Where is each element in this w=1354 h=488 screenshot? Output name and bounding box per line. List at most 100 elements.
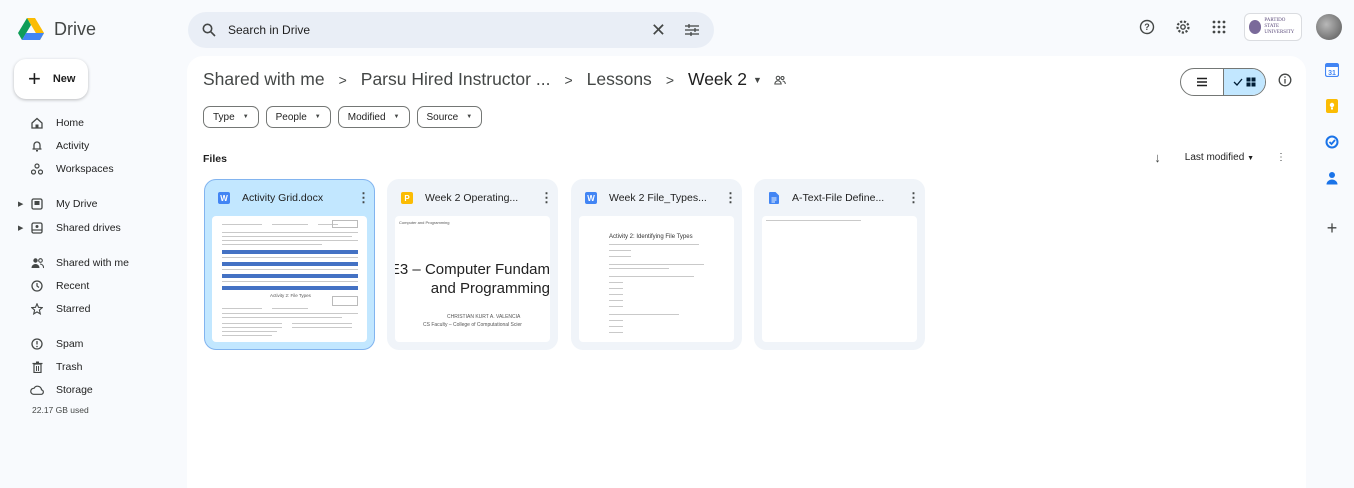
filter-type-chip[interactable]: Type ▼ (203, 106, 259, 128)
chevron-down-icon: ▼ (466, 114, 473, 120)
breadcrumb-current-folder[interactable]: Week 2 (688, 69, 747, 90)
home-icon (30, 117, 44, 129)
files-heading: Files (203, 153, 227, 165)
chevron-down-icon: ▼ (242, 114, 249, 120)
filter-people-chip[interactable]: People ▼ (265, 106, 331, 128)
tasks-icon[interactable] (1324, 134, 1340, 150)
search-icon[interactable] (202, 23, 216, 37)
file-title: Activity Grid.docx (242, 192, 324, 204)
info-icon[interactable] (1278, 73, 1292, 87)
plus-icon: + (28, 66, 41, 91)
breadcrumb-separator: > (338, 71, 347, 88)
docs-file-icon (768, 192, 780, 204)
more-options-icon[interactable]: ⋮ (907, 190, 920, 206)
word-file-icon: W (585, 192, 597, 204)
shared-folder-icon (774, 75, 786, 85)
sort-direction-icon[interactable]: ↓ (1154, 150, 1161, 165)
svg-text:?: ? (1144, 22, 1150, 32)
main-panel: Shared with me > Parsu Hired Instructor … (187, 56, 1306, 488)
expand-my-drive-icon[interactable]: ▶ (18, 200, 23, 208)
sidebar-item-trash[interactable]: Trash (30, 358, 82, 376)
breadcrumb: Shared with me > Parsu Hired Instructor … (203, 69, 786, 90)
sort-by-button[interactable]: Last modified ▼ (1185, 152, 1254, 163)
contacts-icon[interactable] (1324, 170, 1340, 186)
file-thumbnail: Activity 2: Identifying File Types (579, 216, 734, 342)
sidebar-item-activity[interactable]: Activity (30, 137, 89, 155)
breadcrumb-parsu-folder[interactable]: Parsu Hired Instructor ... (361, 69, 551, 90)
more-options-icon[interactable]: ⋮ (1276, 152, 1286, 163)
spam-icon (30, 338, 44, 350)
file-thumbnail: Computer and Programming E3 – Computer F… (395, 216, 550, 342)
search-bar[interactable]: Search in Drive ✕ (188, 12, 714, 48)
thumb-text: Activity 2: File Types (270, 293, 311, 298)
keep-icon[interactable] (1324, 98, 1340, 114)
file-thumbnail: Activity 2: File Types (212, 216, 367, 342)
apps-grid-icon[interactable] (1208, 16, 1230, 38)
drive-logo[interactable]: Drive (18, 18, 96, 40)
sidebar-item-label: Shared drives (56, 222, 121, 234)
filter-source-chip[interactable]: Source ▼ (416, 106, 483, 128)
file-card-activity-grid[interactable]: W Activity Grid.docx ⋮ Activity 2: File … (204, 179, 375, 350)
organization-badge[interactable]: PARTIDO STATE UNIVERSITY (1244, 13, 1302, 41)
sidebar-item-spam[interactable]: Spam (30, 335, 83, 353)
sidebar-item-my-drive[interactable]: My Drive (30, 195, 97, 213)
word-file-icon: W (218, 192, 230, 204)
bell-icon (30, 140, 44, 152)
sidebar-item-workspaces[interactable]: Workspaces (30, 160, 114, 178)
sidebar-item-shared-drives[interactable]: Shared drives (30, 219, 121, 237)
thumb-heading: Activity 2: Identifying File Types (609, 234, 693, 240)
storage-used-text: 22.17 GB used (32, 405, 89, 415)
search-options-icon[interactable] (684, 23, 700, 37)
settings-icon[interactable] (1172, 16, 1194, 38)
breadcrumb-lessons[interactable]: Lessons (587, 69, 652, 90)
sidebar-item-label: Starred (56, 303, 91, 315)
file-card-a-text-file[interactable]: A-Text-File Define... ⋮ (754, 179, 925, 350)
slide-author: CHRISTIAN KURT A. VALENCIA (447, 314, 521, 320)
sidebar-item-shared-with-me[interactable]: Shared with me (30, 254, 129, 272)
new-button[interactable]: + New (14, 59, 88, 99)
breadcrumb-shared-with-me[interactable]: Shared with me (203, 69, 325, 90)
grid-view-button[interactable] (1222, 69, 1265, 95)
sidebar-item-home[interactable]: Home (30, 114, 84, 132)
sidebar-item-storage[interactable]: Storage (30, 381, 93, 399)
chip-label: Modified (347, 111, 386, 123)
sidebar-item-recent[interactable]: Recent (30, 277, 89, 295)
more-options-icon[interactable]: ⋮ (540, 190, 553, 206)
file-card-week2-operating[interactable]: P Week 2 Operating... ⋮ Computer and Pro… (387, 179, 558, 350)
file-title: Week 2 File_Types... (609, 192, 707, 204)
clear-search-icon[interactable]: ✕ (651, 20, 666, 41)
help-icon[interactable]: ? (1136, 16, 1158, 38)
list-view-button[interactable] (1181, 69, 1223, 95)
slide-title-line2: and Programming (430, 280, 550, 297)
trash-icon (30, 361, 44, 373)
chip-label: Type (213, 111, 235, 123)
sidebar-item-label: Activity (56, 140, 90, 152)
sidebar-item-label: Home (56, 117, 85, 129)
filter-modified-chip[interactable]: Modified ▼ (337, 106, 410, 128)
folder-menu-caret-icon[interactable]: ▼ (753, 75, 762, 85)
file-title: Week 2 Operating... (425, 192, 519, 204)
calendar-icon[interactable]: 31 (1324, 62, 1340, 78)
sidebar-item-label: Shared with me (56, 257, 129, 269)
university-seal-icon (1249, 20, 1262, 34)
add-addon-icon[interactable]: + (1327, 218, 1338, 239)
shared-drives-icon (30, 222, 44, 234)
more-options-icon[interactable]: ⋮ (724, 190, 737, 206)
expand-shared-drives-icon[interactable]: ▶ (18, 224, 23, 232)
org-name-line2: UNIVERSITY (1264, 30, 1295, 35)
star-icon (30, 303, 44, 315)
more-options-icon[interactable]: ⋮ (357, 190, 370, 206)
top-right-toolbar: ? PARTIDO STATE UNIVERSITY (1136, 13, 1342, 41)
file-card-week2-file-types[interactable]: W Week 2 File_Types... ⋮ Activity 2: Ide… (571, 179, 742, 350)
breadcrumb-separator: > (564, 71, 573, 88)
sidebar-item-starred[interactable]: Starred (30, 300, 90, 318)
chevron-down-icon: ▼ (314, 114, 321, 120)
account-avatar[interactable] (1316, 14, 1342, 40)
thumb-text: Computer and Programming (399, 220, 450, 225)
slide-title-line1: E3 – Computer Fundam (395, 261, 550, 278)
slides-file-icon: P (401, 192, 413, 204)
search-input[interactable]: Search in Drive (228, 23, 651, 37)
sidebar-item-label: My Drive (56, 198, 98, 210)
filter-chips: Type ▼ People ▼ Modified ▼ Source ▼ (203, 106, 483, 128)
my-drive-icon (30, 198, 44, 210)
